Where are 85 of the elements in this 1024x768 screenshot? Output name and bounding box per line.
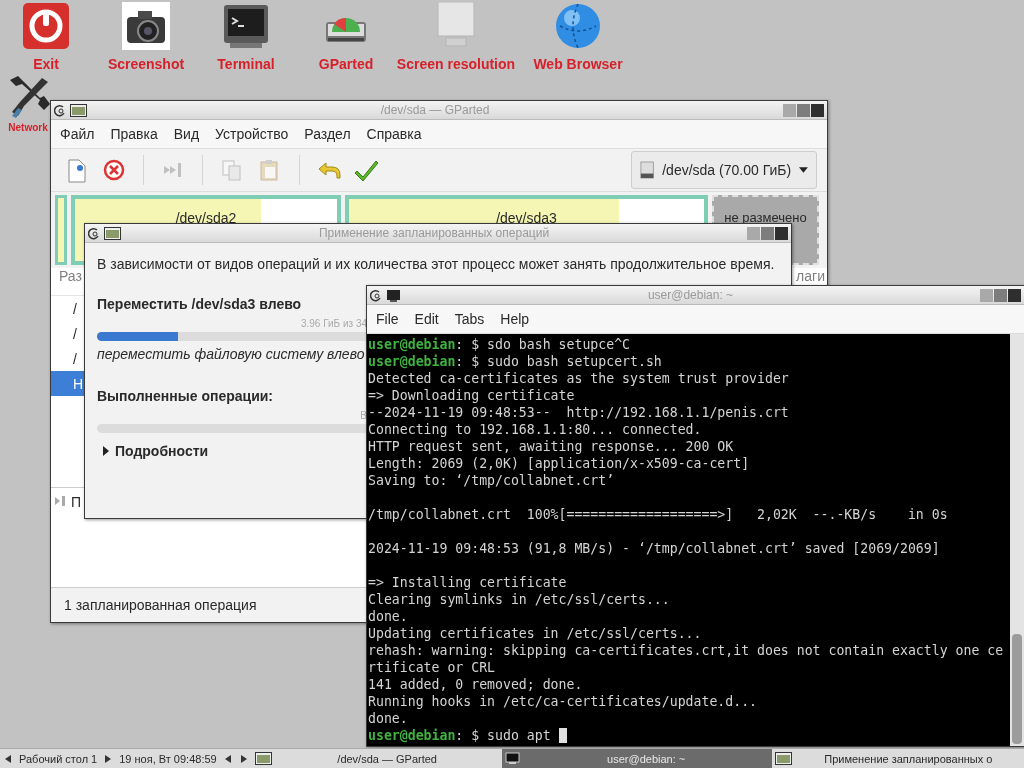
partition-label: /dev/sda3 (495, 210, 558, 226)
column-header[interactable]: лаги (796, 268, 825, 284)
task-button[interactable]: user@debian: ~ (501, 749, 772, 768)
window-icon[interactable] (70, 103, 87, 117)
menu-item[interactable]: Справка (358, 126, 430, 142)
delete-icon (101, 157, 127, 183)
details-expander[interactable]: Подробности (97, 443, 209, 459)
menu-item[interactable]: Устройство (207, 126, 297, 142)
next-desktop-icon[interactable] (105, 754, 112, 763)
prompt-user: user@debian (368, 354, 456, 369)
task-button[interactable]: /dev/sda — GParted (251, 749, 502, 768)
menu-item[interactable]: Раздел (296, 126, 359, 142)
terminal-icon[interactable] (386, 288, 401, 302)
step-text: переместить файловую систему влево (97, 346, 365, 362)
power-icon[interactable] (22, 2, 70, 50)
prompt-user: user@debian (368, 728, 456, 743)
window-icon[interactable] (104, 226, 121, 240)
swirl-icon[interactable] (370, 288, 383, 302)
camera-icon[interactable] (122, 2, 170, 50)
terminal-icon (504, 752, 520, 765)
terminal-line: rehash: warning: skipping ca-certificates.crt,it does not contain exactly one ce (368, 642, 1005, 659)
terminal-line: : $ sudo bash setupcert.sh (455, 354, 662, 369)
clock: 19 ноя, Вт 09:48:59 (119, 752, 217, 765)
close-button[interactable] (811, 103, 824, 117)
scrollbar-thumb[interactable] (1012, 634, 1022, 744)
window-title: /dev/sda — GParted (379, 103, 491, 117)
swirl-icon[interactable] (88, 226, 101, 240)
terminal-line: Updating certificates in /etc/ssl/certs... (368, 625, 703, 642)
terminal-line: rtificate or CRL (368, 659, 497, 676)
progress-reading: В (359, 410, 367, 421)
swirl-icon[interactable] (54, 103, 67, 117)
terminal-line: Running hooks in /etc/ca-certificates/update.d... (368, 693, 759, 710)
terminal-line: Detected ca-certificates as the system trust provider (368, 370, 790, 387)
window-title: user@debian: ~ (646, 288, 735, 302)
menu-item[interactable]: Edit (406, 311, 447, 327)
terminal-line: --2024-11-19 09:48:53-- http://192.168.1.1/penis.crt (368, 404, 790, 421)
scrollbar[interactable] (1010, 334, 1024, 746)
previous-desktop-icon[interactable] (5, 754, 11, 763)
column-header[interactable]: Раз (59, 268, 82, 284)
terminal-line: 2024-11-19 09:48:53 (91,8 MB/s) - ‘/tmp/collabnet.crt’ saved [2069/2069] (368, 540, 941, 557)
scroll-left-icon[interactable] (224, 754, 231, 763)
terminal-line: Length: 2069 (2,0K) [application/x-x509-ca-cert] (368, 455, 751, 472)
terminal-line: : $ sudo apt (455, 728, 552, 743)
terminal-line: Saving to: ‘/tmp/collabnet.crt’ (368, 472, 616, 489)
maximize-button[interactable] (761, 226, 774, 240)
scroll-right-icon[interactable] (240, 754, 247, 763)
menu-item[interactable]: Вид (165, 126, 208, 142)
close-button[interactable] (1008, 288, 1021, 302)
device-dropdown[interactable]: /dev/sda (70.00 ГиБ) (631, 151, 817, 189)
terminal-line: => Downloading certificate (368, 387, 576, 404)
terminal-line: done. (368, 710, 409, 727)
operation-heading: Переместить /dev/sda3 влево (97, 296, 302, 312)
pending-title: П (71, 494, 82, 510)
terminal-line: /tmp/collabnet.crt 100%[===================>] 2,02K --.-KB/s in 0s (368, 506, 949, 523)
drive-icon (640, 160, 655, 180)
menu-item[interactable]: Tabs (446, 311, 493, 327)
terminal-line: 141 added, 0 removed; done. (368, 676, 584, 693)
globe-icon[interactable] (554, 2, 602, 50)
menu-item[interactable]: Правка (102, 126, 166, 142)
terminal-line: Connecting to 192.168.1.1:80... connected. (368, 421, 703, 438)
terminal-line: done. (368, 608, 409, 625)
maximize-button[interactable] (797, 103, 810, 117)
desktop-name[interactable]: Рабочий стол 1 (19, 752, 98, 765)
window-icon (254, 752, 272, 765)
terminal-line: Clearing symlinks in /etc/ssl/certs... (368, 591, 671, 608)
window-title: Применение запланированных операций (317, 226, 551, 240)
terminal-line: : $ sdo bash setupce^C (455, 337, 630, 352)
window-icon (774, 752, 792, 765)
terminal-line: HTTP request sent, awaiting response... 200 OK (368, 438, 735, 455)
operation-heading: Выполненные операции: (97, 388, 274, 404)
terminal-line: => Installing certificate (368, 574, 568, 591)
menu-item[interactable]: File (368, 311, 407, 327)
partition-label: /dev/sda2 (174, 210, 238, 226)
close-button[interactable] (775, 226, 788, 240)
menu-item[interactable]: Help (492, 311, 538, 327)
pending-icon (54, 494, 68, 508)
maximize-button[interactable] (994, 288, 1007, 302)
expander-arrow-icon[interactable] (103, 446, 109, 456)
menu-item[interactable]: Файл (52, 126, 103, 142)
prompt-user: user@debian (368, 337, 456, 352)
progress-reading: 3.96 ГиБ из 34 (299, 318, 367, 329)
task-button[interactable]: Применение запланированных о (771, 749, 1024, 768)
status-text: 1 запланированная операция (64, 597, 257, 613)
terminal-icon[interactable] (222, 2, 270, 50)
caret-icon (799, 167, 808, 173)
